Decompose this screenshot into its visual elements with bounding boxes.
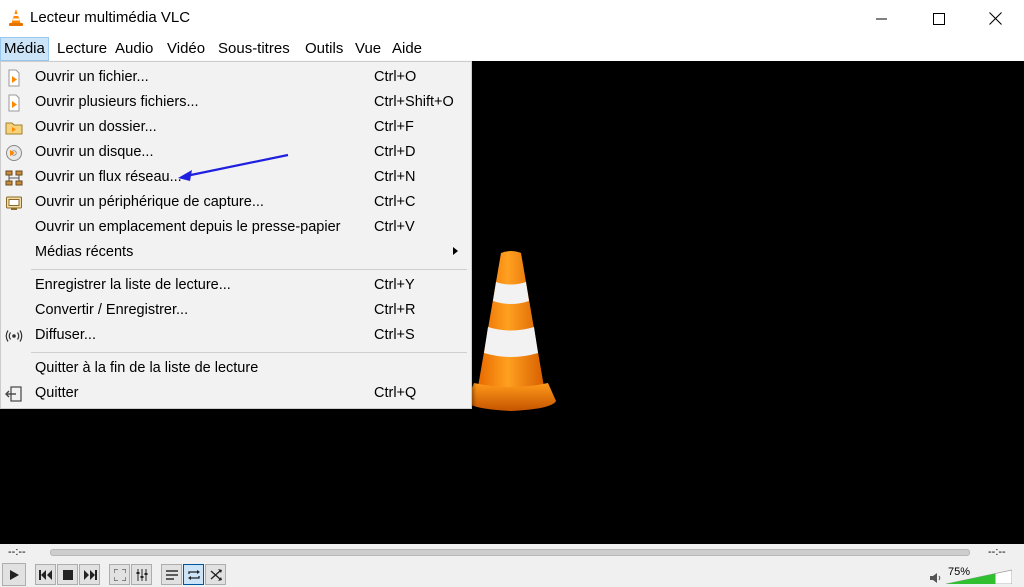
title-bar: Lecteur multimédia VLC: [0, 0, 1024, 37]
menu-audio[interactable]: Audio: [112, 37, 156, 61]
total-time: --:--: [988, 546, 1006, 558]
menu-item-open-multiple-files[interactable]: Ouvrir plusieurs fichiers... Ctrl+Shift+…: [1, 90, 471, 115]
menu-item-label: Médias récents: [35, 244, 134, 260]
menu-sous-titres[interactable]: Sous-titres: [215, 37, 293, 61]
menu-item-label: Ouvrir un emplacement depuis le presse-p…: [35, 219, 341, 235]
menu-item-shortcut: Ctrl+N: [374, 169, 416, 185]
playlist-button[interactable]: [161, 564, 182, 585]
menu-separator: [31, 269, 467, 270]
shuffle-icon: [210, 568, 222, 581]
menu-item-quit[interactable]: Quitter Ctrl+Q: [1, 381, 471, 406]
menu-video[interactable]: Vidéo: [164, 37, 208, 61]
menu-media[interactable]: Média: [0, 37, 49, 61]
menu-item-shortcut: Ctrl+D: [374, 144, 416, 160]
extended-settings-button[interactable]: [131, 564, 152, 585]
menu-item-label: Quitter: [35, 385, 79, 401]
stop-icon: [62, 569, 73, 580]
menu-item-open-disc[interactable]: Ouvrir un disque... Ctrl+D: [1, 140, 471, 165]
menu-item-shortcut: Ctrl+Q: [374, 385, 417, 401]
previous-button[interactable]: [35, 564, 56, 585]
menu-item-quit-at-end[interactable]: Quitter à la fin de la liste de lecture: [1, 356, 471, 381]
menu-item-shortcut: Ctrl+Shift+O: [374, 94, 454, 110]
menu-outils[interactable]: Outils: [302, 37, 346, 61]
menu-item-label: Ouvrir un flux réseau...: [35, 169, 182, 185]
menu-item-stream[interactable]: Diffuser... Ctrl+S: [1, 323, 471, 348]
menu-lecture[interactable]: Lecture: [54, 37, 110, 61]
files-open-icon: [8, 94, 20, 112]
menu-item-shortcut: Ctrl+F: [374, 119, 414, 135]
playlist-icon: [165, 569, 178, 580]
menu-item-open-capture-device[interactable]: Ouvrir un périphérique de capture... Ctr…: [1, 190, 471, 215]
menu-item-open-from-clipboard[interactable]: Ouvrir un emplacement depuis le presse-p…: [1, 215, 471, 240]
extended-settings-icon: [136, 568, 147, 581]
minimize-icon: [875, 18, 887, 19]
menu-item-shortcut: Ctrl+Y: [374, 277, 415, 293]
menu-item-label: Ouvrir plusieurs fichiers...: [35, 94, 199, 110]
menu-item-shortcut: Ctrl+C: [374, 194, 416, 210]
seek-bar[interactable]: [50, 549, 970, 556]
file-open-icon: [8, 69, 20, 87]
fullscreen-button[interactable]: [109, 564, 130, 585]
speaker-icon[interactable]: [930, 572, 942, 584]
shuffle-button[interactable]: [205, 564, 226, 585]
window-title: Lecteur multimédia VLC: [30, 9, 191, 26]
capture-device-icon: [6, 196, 22, 210]
menu-item-label: Ouvrir un périphérique de capture...: [35, 194, 264, 210]
previous-icon: [38, 569, 52, 580]
stream-icon: [5, 330, 23, 342]
media-dropdown-menu: Ouvrir un fichier... Ctrl+O Ouvrir plusi…: [0, 61, 472, 409]
menu-separator: [31, 352, 467, 353]
menu-item-open-network-stream[interactable]: Ouvrir un flux réseau... Ctrl+N: [1, 165, 471, 190]
menu-item-label: Ouvrir un fichier...: [35, 69, 149, 85]
playback-controls: --:-- --:-- 75%: [0, 544, 1024, 587]
play-button[interactable]: [2, 563, 26, 586]
disc-icon: [6, 145, 22, 161]
menu-item-label: Quitter à la fin de la liste de lecture: [35, 360, 259, 376]
maximize-icon: [932, 12, 945, 25]
menu-item-save-playlist[interactable]: Enregistrer la liste de lecture... Ctrl+…: [1, 273, 471, 298]
quit-icon: [5, 386, 22, 402]
minimize-button[interactable]: [853, 0, 910, 37]
menu-item-shortcut: Ctrl+V: [374, 219, 415, 235]
close-icon: [989, 12, 1002, 25]
submenu-arrow-icon: [453, 247, 458, 255]
maximize-button[interactable]: [910, 0, 967, 37]
vlc-cone-icon: [466, 251, 556, 411]
menu-item-label: Enregistrer la liste de lecture...: [35, 277, 231, 293]
network-icon: [5, 170, 23, 186]
menu-item-shortcut: Ctrl+S: [374, 327, 415, 343]
play-icon: [10, 569, 19, 580]
loop-button[interactable]: [183, 564, 204, 585]
menu-item-open-folder[interactable]: Ouvrir un dossier... Ctrl+F: [1, 115, 471, 140]
menu-aide[interactable]: Aide: [389, 37, 425, 61]
menu-item-convert-save[interactable]: Convertir / Enregistrer... Ctrl+R: [1, 298, 471, 323]
menu-item-shortcut: Ctrl+O: [374, 69, 417, 85]
menu-item-label: Ouvrir un disque...: [35, 144, 154, 160]
menu-item-shortcut: Ctrl+R: [374, 302, 416, 318]
vlc-cone-icon: [9, 9, 23, 26]
next-icon: [83, 569, 97, 580]
next-button[interactable]: [79, 564, 100, 585]
loop-icon: [187, 569, 200, 580]
menu-vue[interactable]: Vue: [352, 37, 384, 61]
elapsed-time: --:--: [8, 546, 26, 558]
menu-item-label: Ouvrir un dossier...: [35, 119, 157, 135]
fullscreen-icon: [113, 568, 126, 581]
menu-item-open-file[interactable]: Ouvrir un fichier... Ctrl+O: [1, 65, 471, 90]
folder-icon: [5, 122, 23, 135]
menu-item-label: Diffuser...: [35, 327, 96, 343]
volume-level-label: 75%: [948, 566, 971, 578]
menu-item-label: Convertir / Enregistrer...: [35, 302, 189, 318]
menu-bar: Média Lecture Audio Vidéo Sous-titres Ou…: [0, 37, 1024, 61]
menu-item-recent-media[interactable]: Médias récents: [1, 240, 471, 265]
stop-button[interactable]: [57, 564, 78, 585]
close-button[interactable]: [967, 0, 1024, 37]
